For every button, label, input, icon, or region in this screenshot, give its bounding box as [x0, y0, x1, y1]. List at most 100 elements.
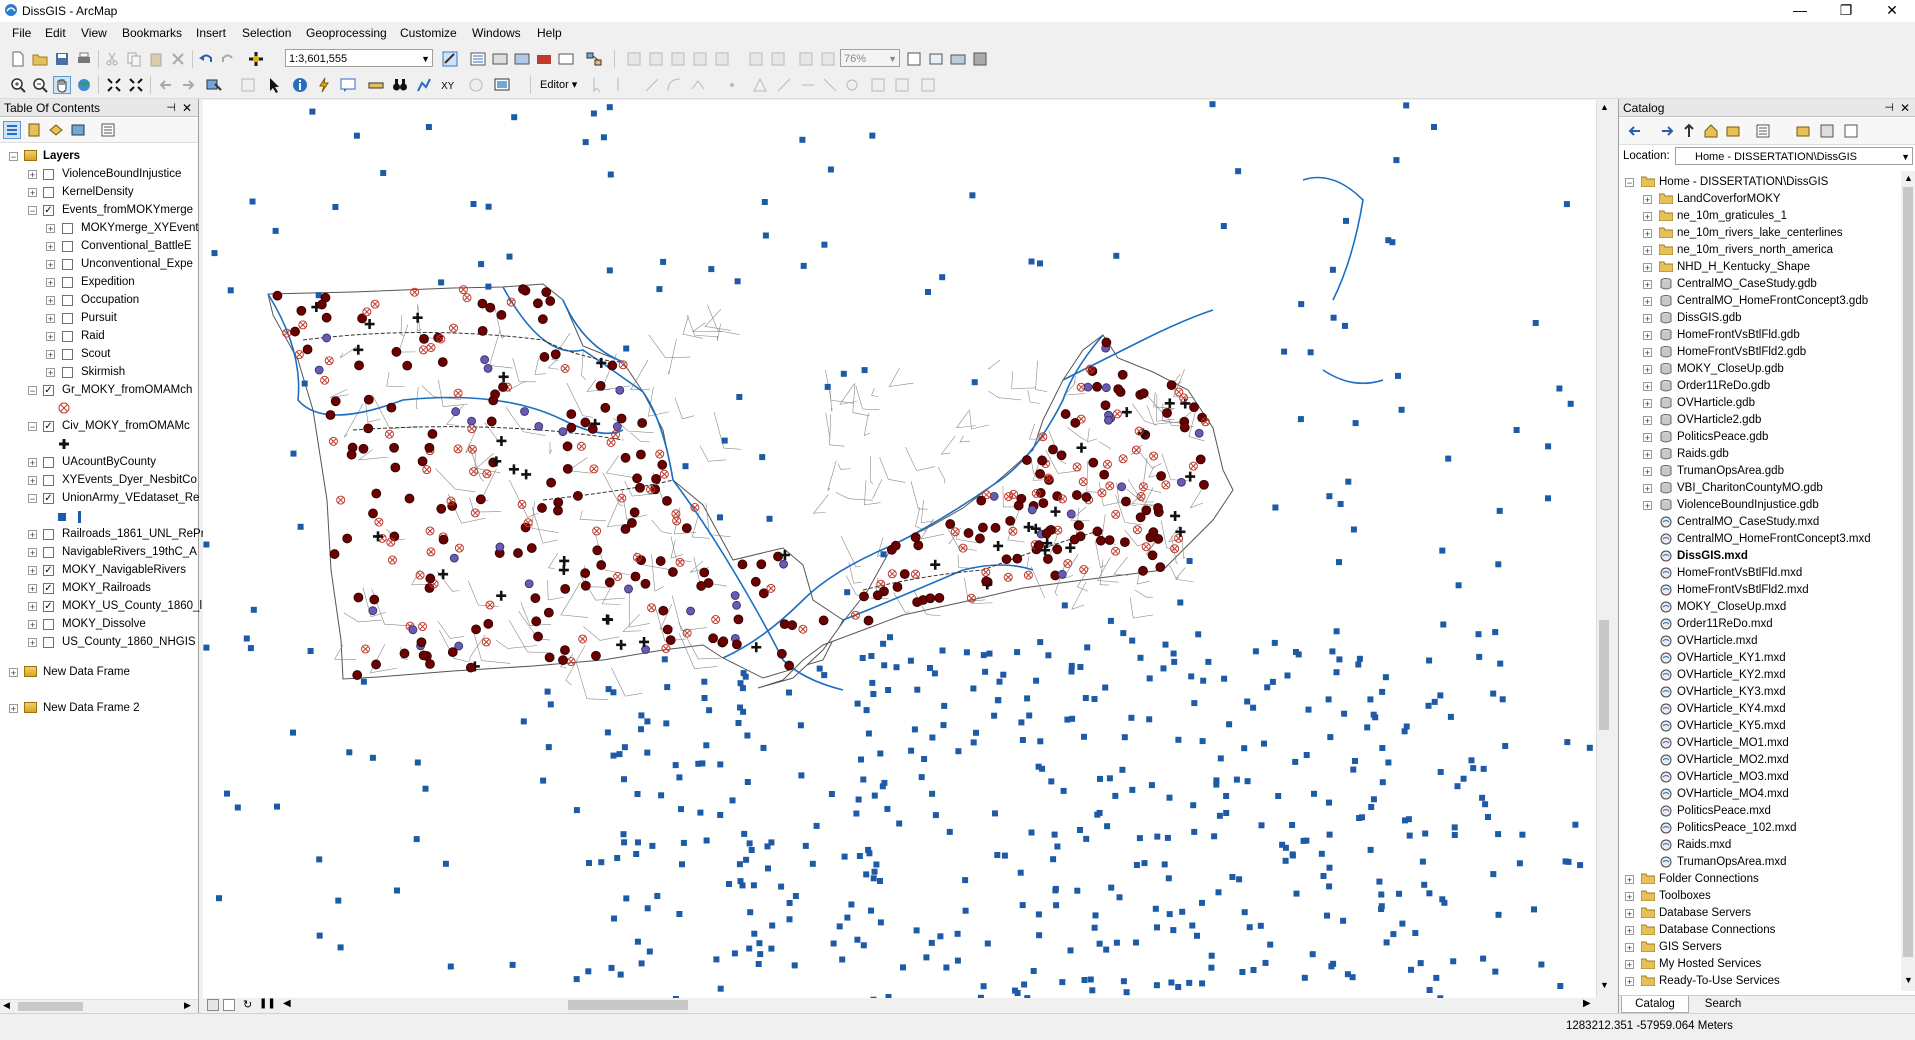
- catalog-root-item[interactable]: + Ready-To-Use Services: [1619, 973, 1901, 990]
- measure-ruler-icon[interactable]: [368, 77, 384, 93]
- menu-geoprocessing[interactable]: Geoprocessing: [306, 26, 387, 40]
- catalog-item[interactable]: + ne_10m_rivers_lake_centerlines: [1619, 225, 1901, 242]
- toc-layer-row[interactable]: + MOKY_Dissolve: [0, 615, 198, 633]
- catalog-item[interactable]: Raids.mxd: [1619, 837, 1901, 854]
- toc-layer-row[interactable]: + ✓ MOKY_US_County_1860_l: [0, 597, 202, 615]
- scroll-down-arrow-icon[interactable]: ▼: [1901, 975, 1915, 985]
- catalog-item[interactable]: OVHarticle_MO4.mxd: [1619, 786, 1901, 803]
- layer-visibility-checkbox[interactable]: [43, 529, 54, 540]
- expand-icon[interactable]: +: [46, 278, 55, 288]
- expand-icon[interactable]: +: [1643, 416, 1652, 426]
- expand-icon[interactable]: +: [1643, 450, 1652, 460]
- catalog-vscroll-thumb[interactable]: [1903, 187, 1913, 957]
- search-window-icon[interactable]: [514, 51, 530, 67]
- catalog-home-folder[interactable]: − Home - DISSERTATION\DissGIS: [1619, 174, 1901, 191]
- pan-hand-icon[interactable]: [53, 76, 71, 94]
- expand-icon[interactable]: +: [1625, 892, 1634, 902]
- layer-visibility-checkbox[interactable]: ✓: [43, 421, 54, 432]
- editor-toolbar-toggle-icon[interactable]: [442, 51, 458, 67]
- attributes-icon[interactable]: [870, 77, 886, 93]
- pause-drawing-icon[interactable]: ❚❚: [259, 998, 276, 1009]
- expand-icon[interactable]: +: [46, 332, 55, 342]
- catalog-item[interactable]: OVHarticle_MO1.mxd: [1619, 735, 1901, 752]
- catalog-item[interactable]: DissGIS.mxd: [1619, 548, 1901, 565]
- catalog-root-item[interactable]: + Database Servers: [1619, 905, 1901, 922]
- catalog-item[interactable]: + CentralMO_HomeFrontConcept3.gdb: [1619, 293, 1901, 310]
- catalog-item[interactable]: HomeFrontVsBtlFld2.mxd: [1619, 582, 1901, 599]
- minimize-button[interactable]: —: [1777, 0, 1823, 22]
- catalog-item[interactable]: + LandCoverforMOKY: [1619, 191, 1901, 208]
- toc-data-frame[interactable]: + New Data Frame: [0, 663, 198, 681]
- scroll-left-arrow-icon[interactable]: ◀: [283, 998, 291, 1009]
- map-vscroll-thumb[interactable]: [1599, 620, 1609, 730]
- catalog-item[interactable]: + NHD_H_Kentucky_Shape: [1619, 259, 1901, 276]
- up-one-level-icon[interactable]: [1681, 123, 1697, 139]
- layer-visibility-checkbox[interactable]: [62, 367, 73, 378]
- layer-visibility-checkbox[interactable]: [62, 313, 73, 324]
- select-features-icon[interactable]: [206, 77, 222, 93]
- catalog-root-item[interactable]: + Database Connections: [1619, 922, 1901, 939]
- catalog-item[interactable]: TrumanOpsArea.mxd: [1619, 854, 1901, 871]
- catalog-item[interactable]: OVHarticle.mxd: [1619, 633, 1901, 650]
- refresh-icon[interactable]: ↻: [243, 998, 252, 1011]
- copy-icon[interactable]: [126, 51, 142, 67]
- catalog-item[interactable]: + HomeFrontVsBtlFld.gdb: [1619, 327, 1901, 344]
- zoom-100-icon[interactable]: [714, 51, 730, 67]
- catalog-vertical-scrollbar[interactable]: ▲ ▼: [1901, 171, 1915, 991]
- catalog-item[interactable]: OVHarticle_KY5.mxd: [1619, 718, 1901, 735]
- catalog-item[interactable]: OVHarticle_MO2.mxd: [1619, 752, 1901, 769]
- expand-icon[interactable]: +: [46, 242, 55, 252]
- expand-icon[interactable]: +: [28, 530, 37, 540]
- time-slider-icon[interactable]: [468, 77, 484, 93]
- expand-icon[interactable]: +: [28, 584, 37, 594]
- focus-data-frame-icon[interactable]: [928, 51, 944, 67]
- menu-selection[interactable]: Selection: [242, 26, 291, 40]
- toc-layer-row[interactable]: + Conventional_BattleE: [0, 237, 198, 255]
- new-document-icon[interactable]: [10, 51, 26, 67]
- create-viewer-icon[interactable]: [494, 77, 510, 93]
- list-by-drawing-order-icon[interactable]: [3, 121, 21, 139]
- view-options-icon[interactable]: [1755, 123, 1771, 139]
- pin-icon[interactable]: ⊣: [166, 99, 176, 117]
- go-to-xy-icon[interactable]: XY: [440, 77, 456, 93]
- expand-icon[interactable]: +: [46, 350, 55, 360]
- toc-layer-row[interactable]: + XYEvents_Dyer_NesbitCo: [0, 471, 198, 489]
- expand-icon[interactable]: +: [1643, 263, 1652, 273]
- catalog-item[interactable]: + ne_10m_graticules_1: [1619, 208, 1901, 225]
- expand-icon[interactable]: +: [1643, 229, 1652, 239]
- add-data-icon[interactable]: [248, 51, 264, 67]
- scroll-up-arrow-icon[interactable]: ▲: [1901, 173, 1915, 183]
- catalog-item[interactable]: + ViolenceBoundInjustice.gdb: [1619, 497, 1901, 514]
- map-vertical-scrollbar[interactable]: ▲ ▼: [1596, 100, 1612, 998]
- go-back-arrow-icon[interactable]: [158, 77, 174, 93]
- toc-layer-row[interactable]: − ✓ UnionArmy_VEdataset_Re: [0, 489, 199, 507]
- layer-visibility-checkbox[interactable]: ✓: [43, 385, 54, 396]
- collapse-icon[interactable]: −: [28, 206, 37, 216]
- layer-visibility-checkbox[interactable]: [43, 457, 54, 468]
- scroll-right-arrow-icon[interactable]: ▶: [1583, 998, 1591, 1009]
- scroll-down-arrow-icon[interactable]: ▼: [1597, 980, 1612, 990]
- layer-visibility-checkbox[interactable]: [62, 241, 73, 252]
- scroll-up-arrow-icon[interactable]: ▲: [1597, 102, 1612, 112]
- toc-options-icon[interactable]: [100, 122, 116, 138]
- collapse-icon[interactable]: −: [28, 494, 37, 504]
- open-folder-icon[interactable]: [32, 51, 48, 67]
- layer-visibility-checkbox[interactable]: [62, 259, 73, 270]
- catalog-item[interactable]: PoliticsPeace_102.mxd: [1619, 820, 1901, 837]
- go-forward-arrow-icon[interactable]: [180, 77, 196, 93]
- end-point-arc-icon[interactable]: [666, 77, 682, 93]
- select-elements-arrow-icon[interactable]: [266, 77, 282, 93]
- edit-vertices-icon[interactable]: [752, 77, 768, 93]
- map-display[interactable]: [203, 100, 1596, 998]
- zoom-in-icon[interactable]: [10, 77, 26, 93]
- connect-folder-icon[interactable]: [1725, 123, 1741, 139]
- expand-icon[interactable]: +: [28, 566, 37, 576]
- toc-layer-row[interactable]: − ✓ Civ_MOKY_fromOMAMc: [0, 417, 198, 435]
- toc-data-frame[interactable]: + New Data Frame 2: [0, 699, 198, 717]
- expand-icon[interactable]: +: [1643, 212, 1652, 222]
- layer-visibility-checkbox[interactable]: [62, 295, 73, 306]
- expand-icon[interactable]: +: [1625, 875, 1634, 885]
- new-folder-icon[interactable]: [1795, 123, 1811, 139]
- toc-layer-row[interactable]: + KernelDensity: [0, 183, 198, 201]
- hyperlink-lightning-icon[interactable]: [316, 77, 332, 93]
